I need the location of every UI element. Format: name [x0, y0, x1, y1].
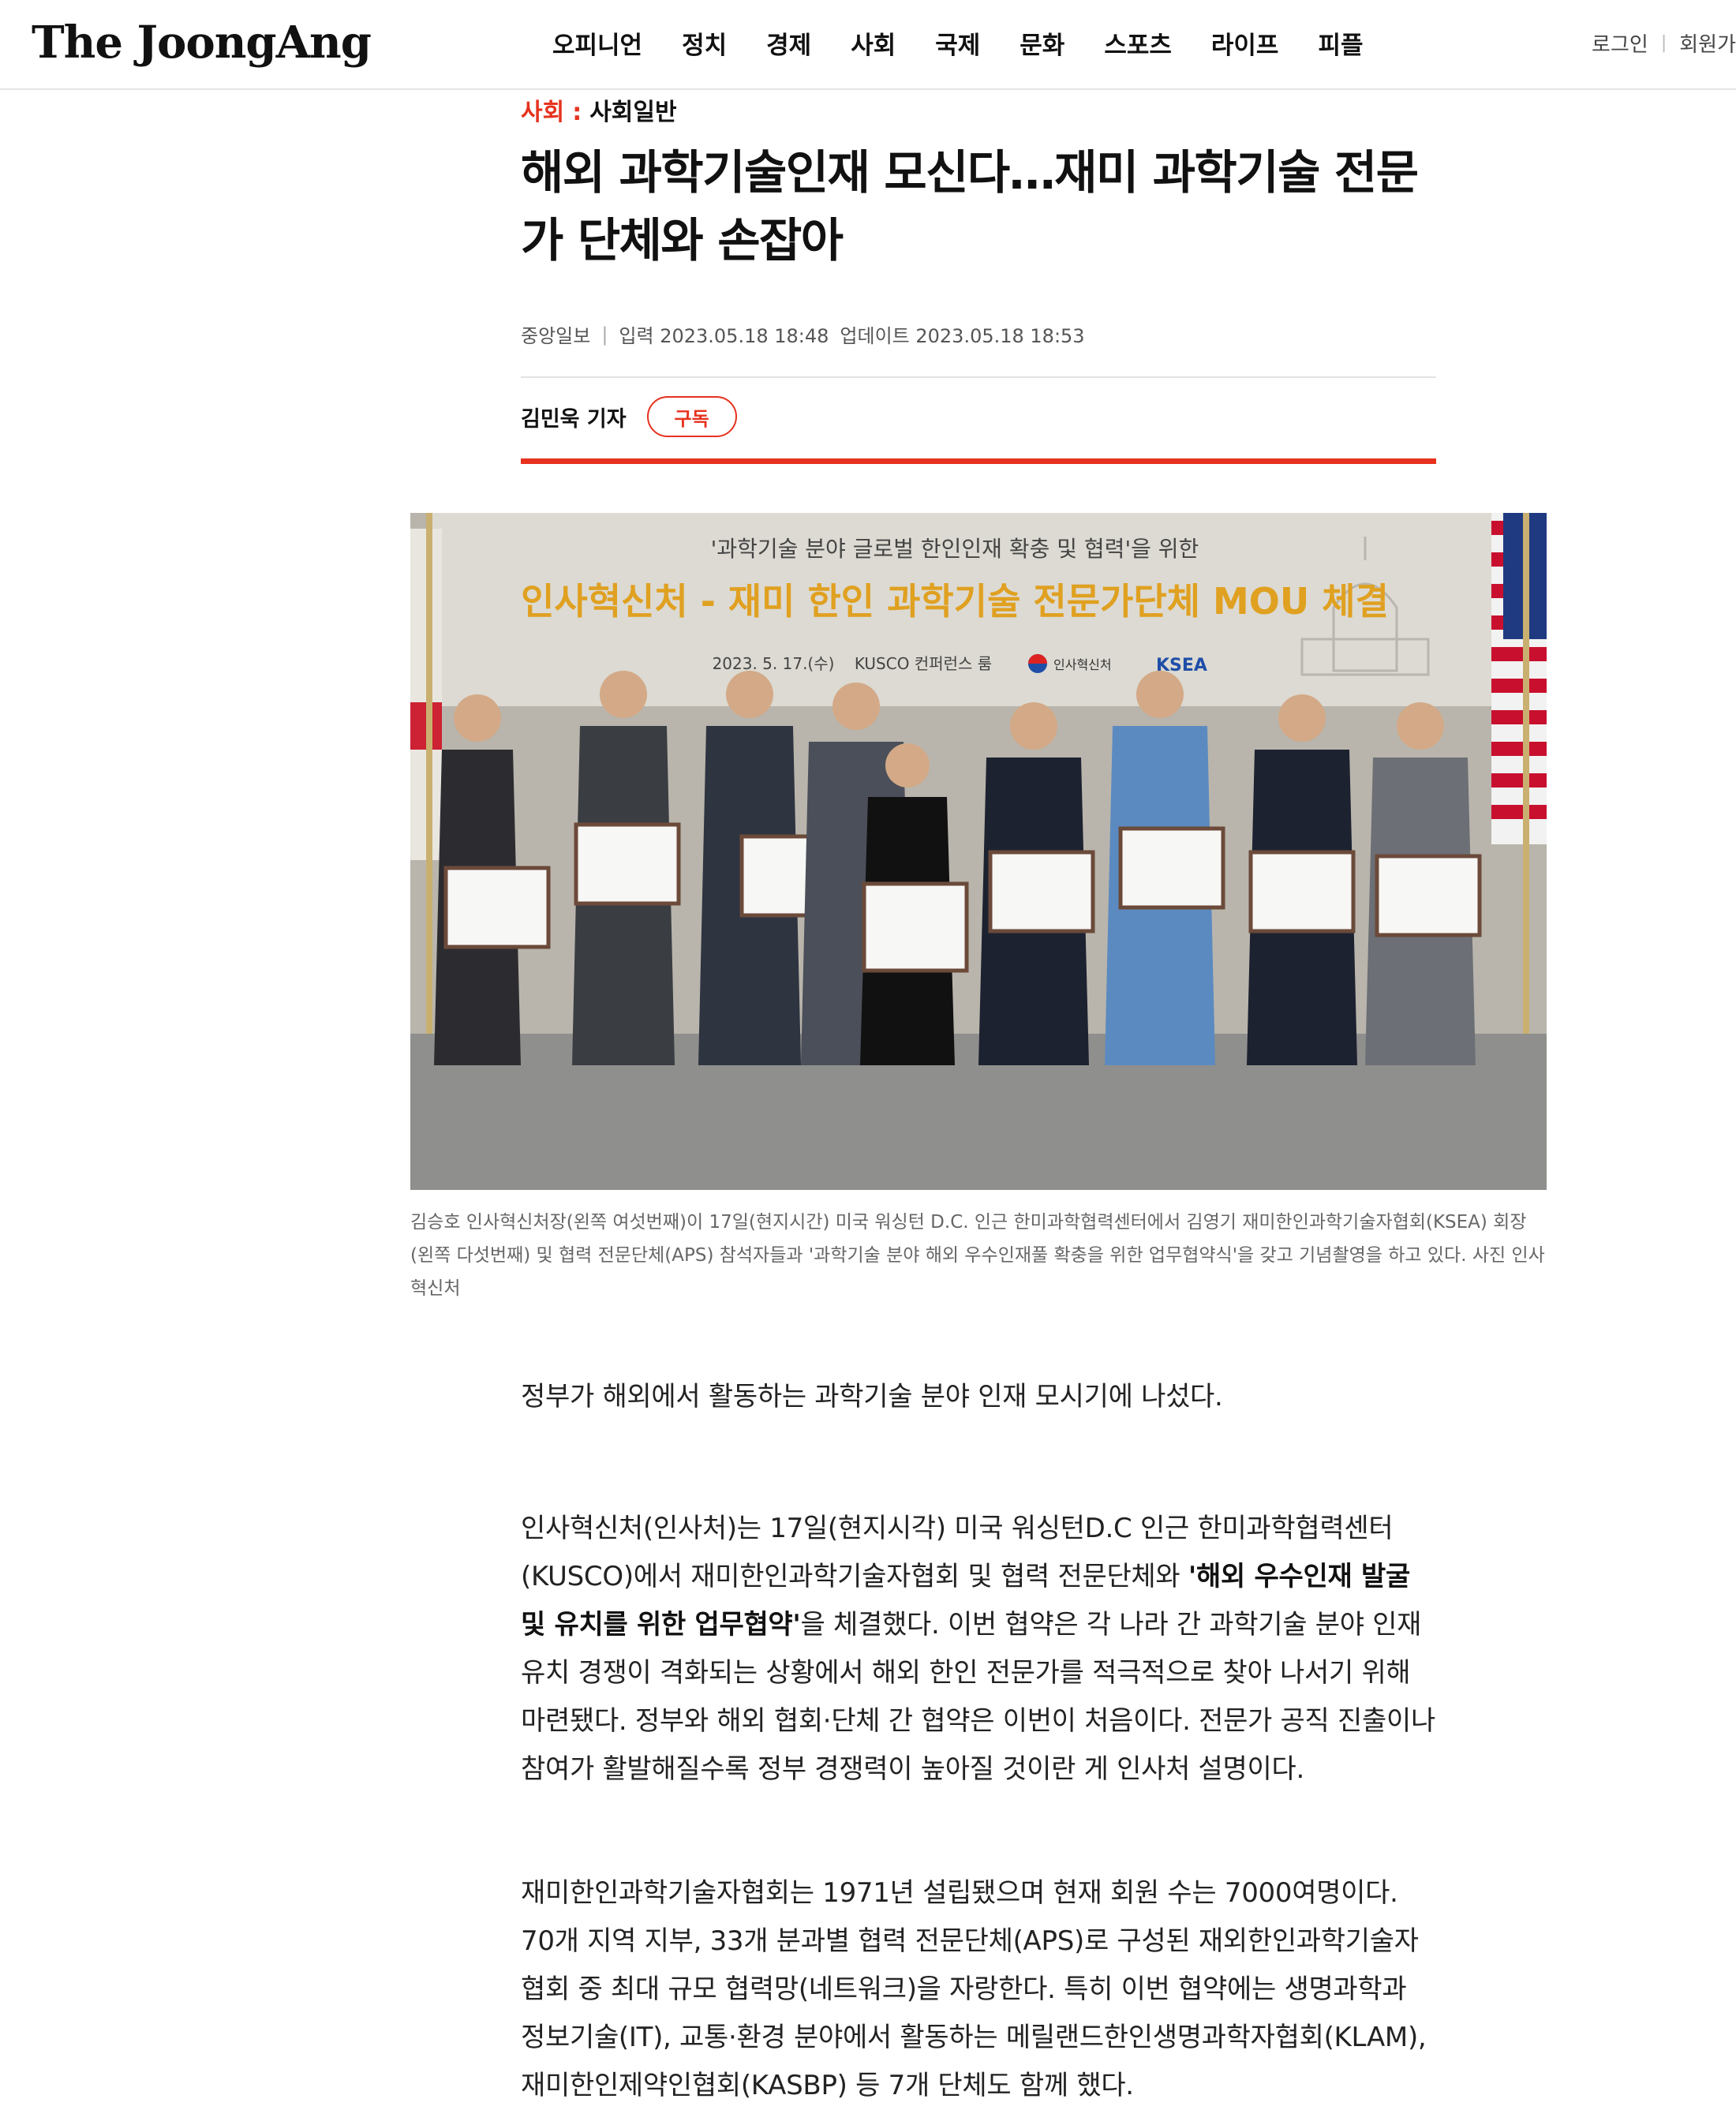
- banner-venue: KUSCO 컨퍼런스 룸: [855, 654, 992, 673]
- nav-item-economy[interactable]: 경제: [766, 25, 811, 61]
- meta-divider: [521, 376, 1436, 378]
- nav-item-politics[interactable]: 정치: [682, 25, 727, 61]
- nav-item-life[interactable]: 라이프: [1211, 25, 1279, 61]
- article-photo[interactable]: '과학기술 분야 글로벌 한인인재 확충 및 협력'을 위한 인사혁신처 - 재…: [410, 513, 1547, 1190]
- publisher-name: 중앙일보: [521, 325, 591, 347]
- banner-line-2: 인사혁신처 - 재미 한인 과학기술 전문가단체 MOU 체결: [521, 580, 1389, 623]
- byline: 김민욱 기자 구독: [521, 396, 1436, 437]
- mpm-logo-text: 인사혁신처: [1053, 657, 1112, 672]
- breadcrumb-section[interactable]: 사회: [521, 99, 564, 126]
- nav-item-culture[interactable]: 문화: [1020, 25, 1064, 61]
- banner-line-1: '과학기술 분야 글로벌 한인인재 확충 및 협력'을 위한: [711, 536, 1199, 562]
- breadcrumb-separator: :: [572, 99, 582, 126]
- input-time: 입력 2023.05.18 18:48: [619, 325, 829, 347]
- user-menu: 로그인 | 회원가: [1592, 0, 1736, 85]
- login-link[interactable]: 로그인: [1592, 28, 1648, 58]
- article-header: 사회: 사회일반 해외 과학기술인재 모신다…재미 과학기술 전문가 단체와 손잡…: [521, 93, 1436, 275]
- us-flag: [1491, 513, 1547, 844]
- site-header: The JoongAng 오피니언 정치 경제 사회 국제 문화 스포츠 라이프…: [0, 0, 1736, 90]
- person: [1247, 694, 1357, 1065]
- nav-item-people[interactable]: 피플: [1318, 25, 1363, 61]
- article-paragraph: 재미한인과학기술자협회는 1971년 설립됐으며 현재 회원 수는 7000여명…: [521, 1877, 1427, 2101]
- mpm-logo: 인사혁신처: [1028, 654, 1112, 673]
- update-time: 업데이트 2023.05.18 18:53: [840, 325, 1085, 347]
- header-accent-rule: [521, 458, 1436, 464]
- article-body: 정부가 해외에서 활동하는 과학기술 분야 인재 모시기에 나섰다. 인사혁신처…: [521, 1373, 1436, 2110]
- person: [572, 671, 681, 1065]
- article-headline: 해외 과학기술인재 모신다…재미 과학기술 전문가 단체와 손잡아: [521, 145, 1419, 267]
- nav-item-sports[interactable]: 스포츠: [1104, 25, 1172, 61]
- nav-item-world[interactable]: 국제: [935, 25, 980, 61]
- article-meta: 중앙일보 | 입력 2023.05.18 18:48 업데이트 2023.05.…: [521, 320, 1436, 348]
- article-paragraph: 정부가 해외에서 활동하는 과학기술 분야 인재 모시기에 나섰다.: [521, 1381, 1223, 1412]
- main-nav: 오피니언 정치 경제 사회 국제 문화 스포츠 라이프 피플: [552, 0, 1364, 85]
- photo-caption: 김승호 인사혁신처장(왼쪽 여섯번째)이 17일(현지시간) 미국 워싱턴 D.…: [410, 1212, 1545, 1299]
- divider: |: [1660, 32, 1667, 53]
- nav-item-opinion[interactable]: 오피니언: [552, 25, 642, 61]
- site-logo[interactable]: The JoongAng: [32, 11, 372, 74]
- signup-link[interactable]: 회원가: [1679, 28, 1736, 58]
- person: [1105, 671, 1225, 1065]
- breadcrumb: 사회: 사회일반: [521, 93, 1436, 133]
- nav-item-society[interactable]: 사회: [851, 25, 896, 61]
- banner-date: 2023. 5. 17.(수): [713, 654, 835, 673]
- reporter-name[interactable]: 김민욱 기자: [521, 402, 627, 432]
- subscribe-button[interactable]: 구독: [646, 396, 737, 437]
- article-paragraph: 인사혁신처(인사처)는 17일(현지시각) 미국 워싱턴D.C 인근 한미과학협…: [521, 1505, 1436, 1794]
- breadcrumb-subsection[interactable]: 사회일반: [589, 99, 676, 126]
- divider: |: [601, 323, 608, 346]
